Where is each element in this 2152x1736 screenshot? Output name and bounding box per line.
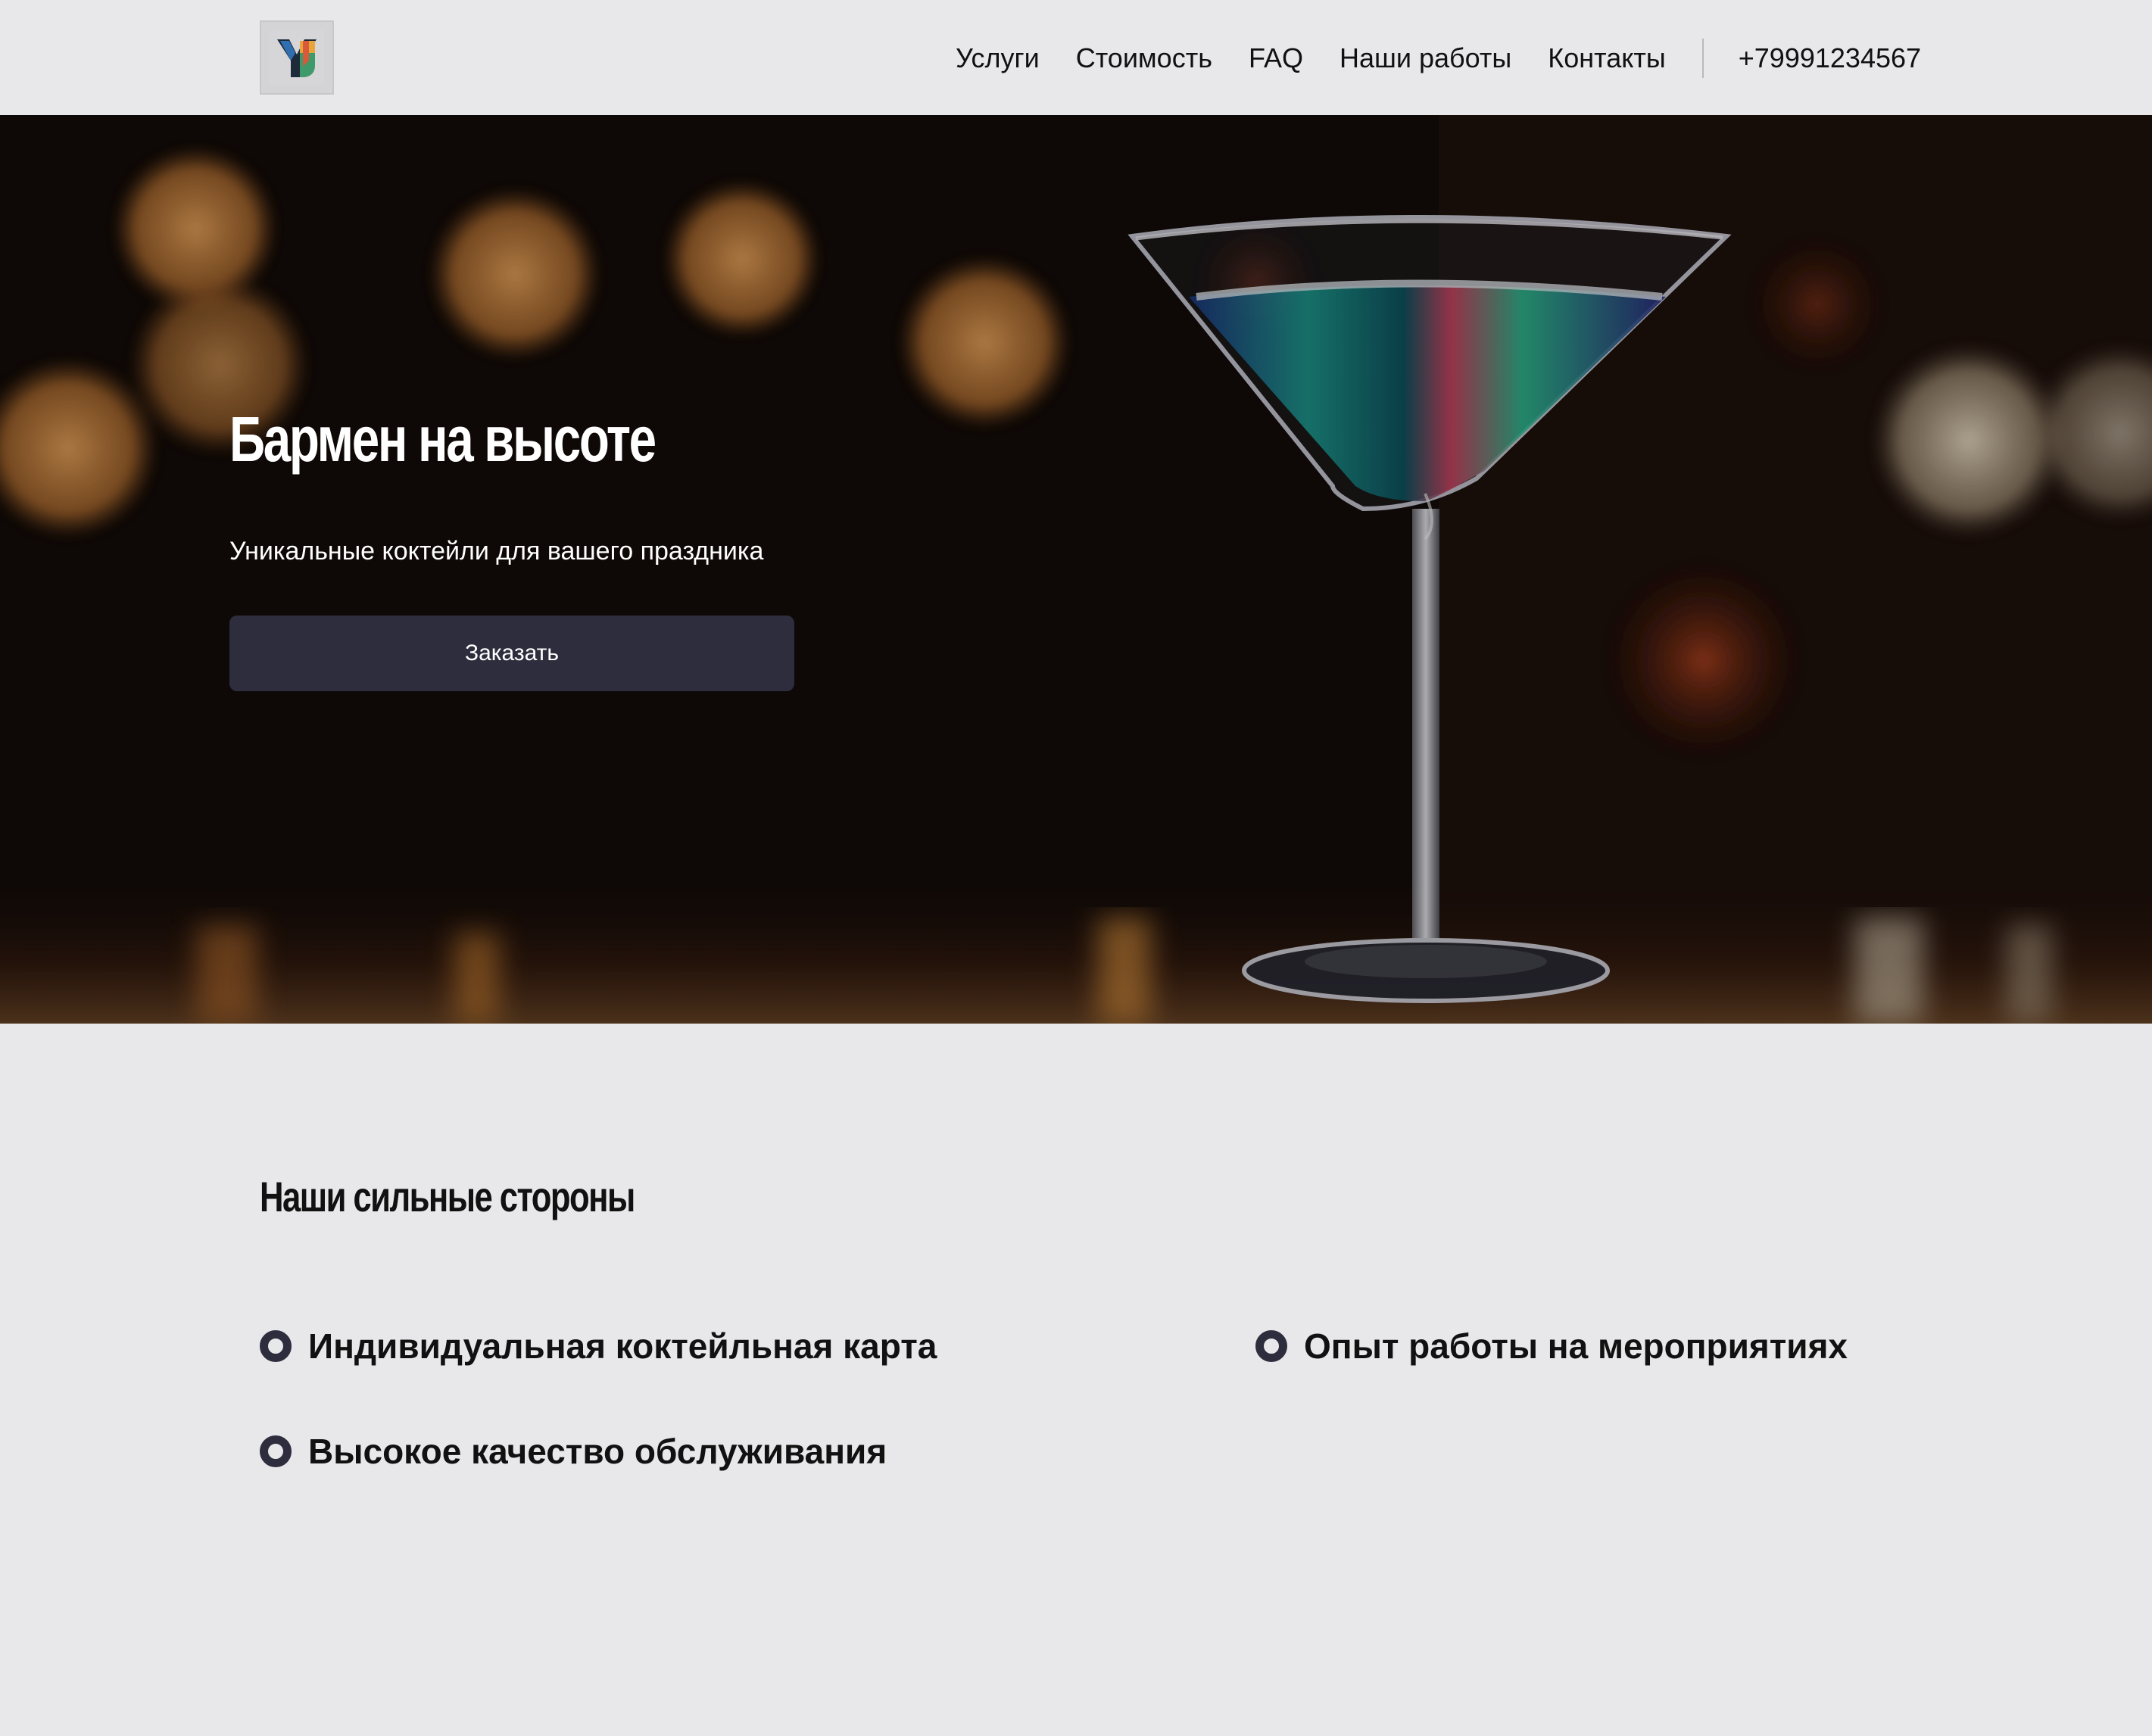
feature-item: Индивидуальная коктейльная карта — [260, 1322, 937, 1370]
nav-divider — [1701, 39, 1704, 78]
phone-link[interactable]: +79991234567 — [1739, 38, 1921, 79]
hero-subtitle: Уникальные коктейли для вашего праздника — [229, 537, 764, 566]
feature-label: Высокое качество обслуживания — [308, 1432, 887, 1471]
nav-link-portfolio[interactable]: Наши работы — [1340, 38, 1511, 79]
feature-label: Индивидуальная коктейльная карта — [308, 1326, 937, 1366]
strengths-title: Наши сильные стороны — [260, 1173, 635, 1220]
feature-item: Опыт работы на мероприятиях — [1255, 1322, 1848, 1370]
feature-label: Опыт работы на мероприятиях — [1304, 1326, 1848, 1366]
nav-link-faq[interactable]: FAQ — [1249, 38, 1303, 79]
bullet-circle-icon — [1255, 1330, 1287, 1362]
nav-link-pricing[interactable]: Стоимость — [1076, 38, 1212, 79]
logo-icon — [270, 30, 324, 85]
feature-item: Высокое качество обслуживания — [260, 1427, 887, 1476]
bullet-circle-icon — [260, 1330, 292, 1362]
bullet-circle-icon — [260, 1435, 292, 1467]
nav-link-services[interactable]: Услуги — [956, 38, 1040, 79]
hero-title: Бармен на высоте — [229, 404, 657, 475]
site-header: Услуги Стоимость FAQ Наши работы Контакт… — [0, 0, 2152, 115]
hero-background-image — [0, 115, 2152, 1024]
nav-link-contacts[interactable]: Контакты — [1548, 38, 1666, 79]
order-button[interactable]: Заказать — [229, 616, 794, 691]
main-nav: Услуги Стоимость FAQ Наши работы Контакт… — [956, 38, 1921, 79]
logo[interactable] — [260, 20, 334, 95]
hero-section: Бармен на высоте Уникальные коктейли для… — [0, 115, 2152, 1024]
